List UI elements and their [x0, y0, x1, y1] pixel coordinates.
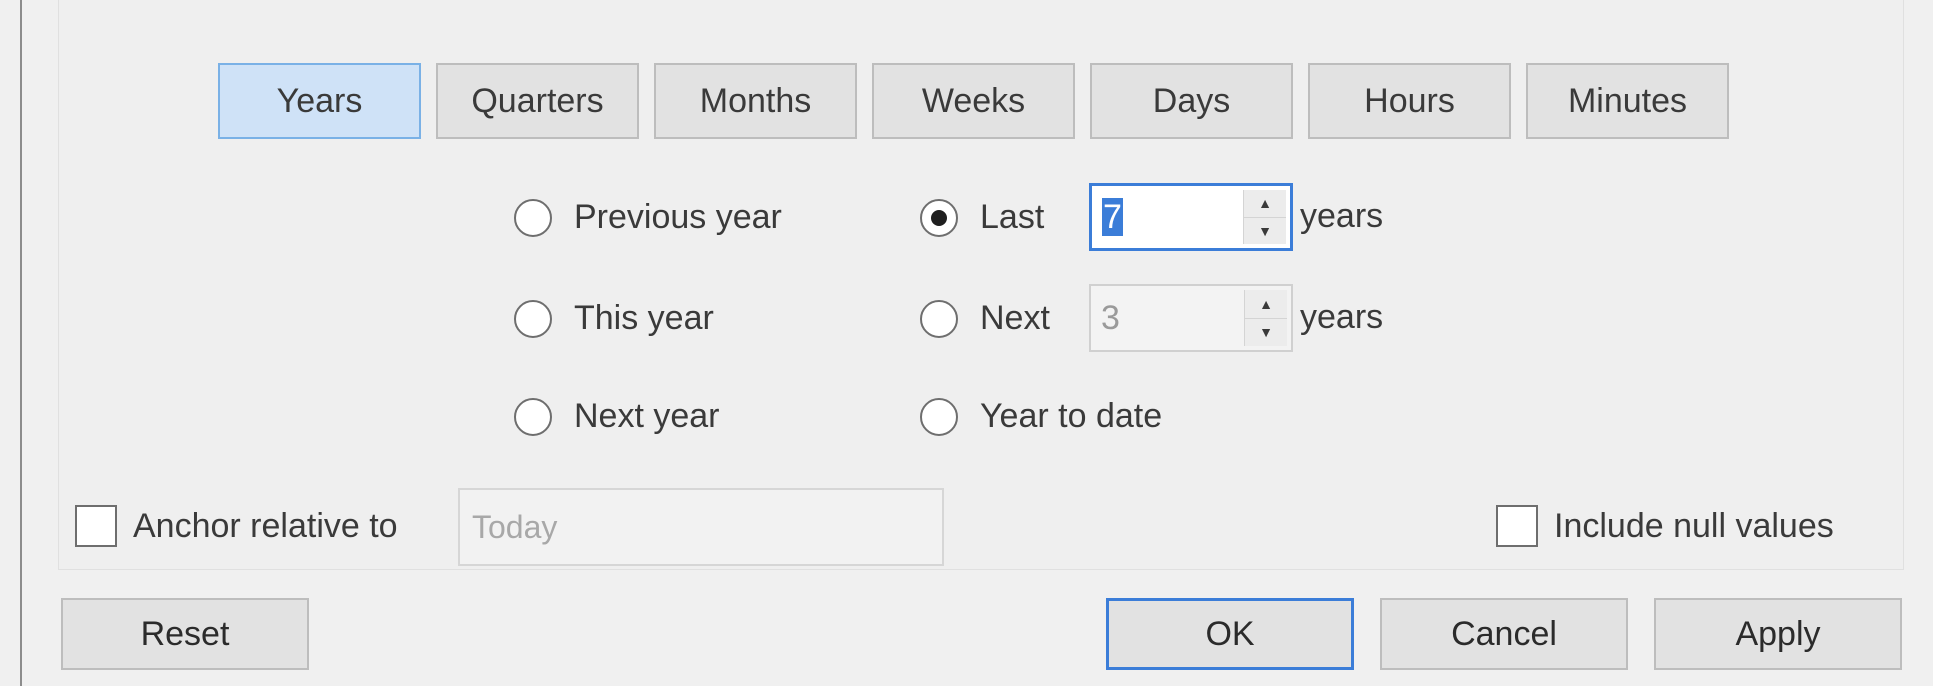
next-unit-label: years	[1300, 298, 1384, 336]
ok-button[interactable]: OK	[1106, 598, 1354, 670]
radio-label: Last	[980, 198, 1045, 236]
radio-button[interactable]	[514, 397, 552, 436]
anchor-date-field[interactable]: Today	[458, 488, 944, 566]
radio-year-to-date[interactable]: Year to date	[920, 397, 1162, 436]
reset-button[interactable]: Reset	[61, 598, 309, 670]
relative-date-filter-dialog: Years Quarters Months Weeks Days Hours M…	[0, 0, 1933, 686]
anchor-relative-checkbox[interactable]: Anchor relative to	[75, 505, 398, 547]
radio-button[interactable]	[514, 198, 552, 237]
last-unit-label: years	[1300, 197, 1384, 235]
radio-label: Year to date	[980, 397, 1163, 435]
radio-label: Next year	[574, 397, 720, 435]
radio-this-year[interactable]: This year	[514, 299, 714, 338]
last-count-stepper[interactable]: 7 ▲ ▼	[1089, 183, 1293, 251]
tab-years[interactable]: Years	[218, 63, 421, 139]
window-border	[20, 0, 22, 686]
tab-days[interactable]: Days	[1090, 63, 1293, 139]
tab-weeks[interactable]: Weeks	[872, 63, 1075, 139]
next-count-stepper[interactable]: 3 ▲ ▼	[1089, 284, 1293, 352]
apply-button[interactable]: Apply	[1654, 598, 1902, 670]
next-count-value[interactable]: 3	[1101, 299, 1120, 338]
tab-months[interactable]: Months	[654, 63, 857, 139]
radio-label: This year	[574, 299, 714, 337]
stepper-buttons: ▲ ▼	[1244, 290, 1287, 346]
tab-hours[interactable]: Hours	[1308, 63, 1511, 139]
tab-quarters[interactable]: Quarters	[436, 63, 639, 139]
last-count-value[interactable]: 7	[1102, 198, 1123, 236]
checkbox-label: Include null values	[1554, 506, 1834, 545]
radio-button[interactable]	[514, 299, 552, 338]
decrement-arrow-icon[interactable]: ▼	[1244, 216, 1286, 244]
increment-arrow-icon[interactable]: ▲	[1245, 290, 1287, 318]
radio-button[interactable]	[920, 299, 958, 338]
radio-button[interactable]	[920, 397, 958, 436]
tab-minutes[interactable]: Minutes	[1526, 63, 1729, 139]
radio-previous-year[interactable]: Previous year	[514, 198, 782, 237]
radio-last[interactable]: Last	[920, 198, 1044, 237]
checkbox-label: Anchor relative to	[133, 506, 398, 545]
checkbox[interactable]	[75, 505, 117, 547]
radio-button-selected[interactable]	[920, 198, 958, 237]
radio-next-year[interactable]: Next year	[514, 397, 720, 436]
radio-label: Previous year	[574, 198, 782, 236]
include-null-checkbox[interactable]: Include null values	[1496, 505, 1834, 547]
checkbox[interactable]	[1496, 505, 1538, 547]
decrement-arrow-icon[interactable]: ▼	[1245, 317, 1287, 346]
increment-arrow-icon[interactable]: ▲	[1244, 190, 1286, 217]
cancel-button[interactable]: Cancel	[1380, 598, 1628, 670]
period-tabs: Years Quarters Months Weeks Days Hours M…	[218, 63, 1744, 139]
stepper-buttons: ▲ ▼	[1243, 190, 1286, 244]
radio-label: Next	[980, 299, 1050, 337]
radio-next[interactable]: Next	[920, 299, 1050, 338]
